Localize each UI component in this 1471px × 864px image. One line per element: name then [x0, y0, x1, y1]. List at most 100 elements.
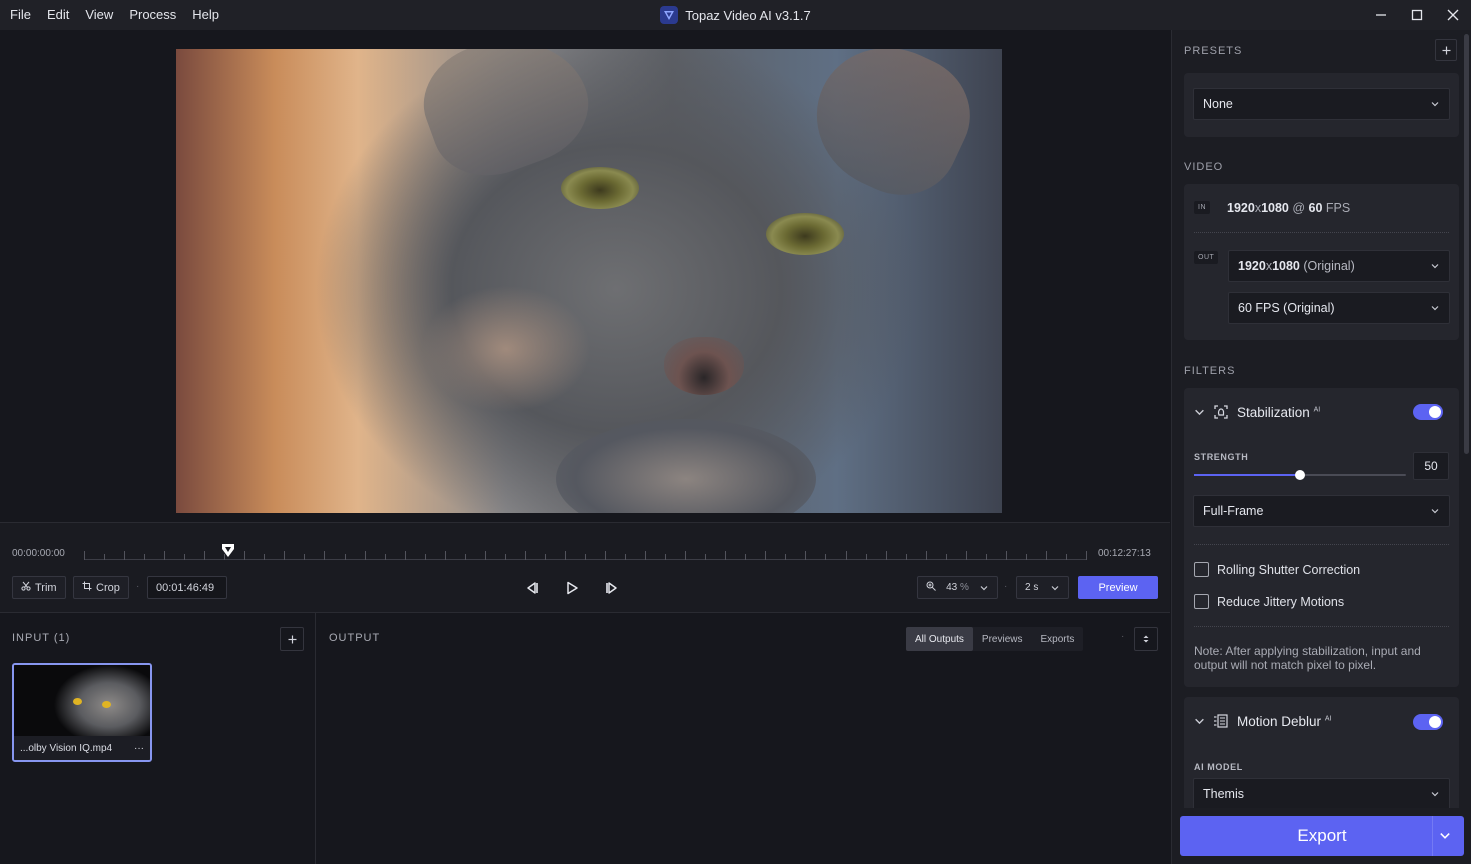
rolling-shutter-option[interactable]: Rolling Shutter Correction	[1194, 562, 1360, 577]
ruler-tick	[264, 554, 265, 560]
cat-eye-left	[561, 167, 639, 209]
ruler-tick	[946, 554, 947, 560]
ruler-tick	[304, 554, 305, 560]
motion-deblur-header[interactable]: Motion Deblur AI	[1194, 713, 1331, 729]
strength-slider[interactable]	[1194, 470, 1406, 480]
step-back-icon[interactable]	[517, 576, 547, 599]
strength-input[interactable]: 50	[1413, 452, 1449, 480]
motion-deblur-icon	[1214, 714, 1228, 728]
ruler-tick	[926, 551, 927, 560]
crop-button[interactable]: Crop	[73, 576, 129, 599]
menu-file[interactable]: File	[2, 0, 39, 30]
playhead-marker[interactable]	[221, 543, 234, 557]
reduce-jittery-label: Reduce Jittery Motions	[1217, 594, 1345, 609]
video-viewer[interactable]	[0, 30, 1170, 522]
ruler-tick	[385, 554, 386, 560]
cat-ear-right	[793, 49, 989, 215]
divider	[1194, 626, 1449, 627]
zoom-select[interactable]: 43 %	[917, 576, 998, 599]
menu-edit[interactable]: Edit	[39, 0, 77, 30]
stabilization-toggle[interactable]	[1413, 404, 1443, 420]
ai-model-label: AI MODEL	[1194, 762, 1243, 772]
output-res-suffix: (Original)	[1299, 259, 1355, 273]
reduce-jittery-option[interactable]: Reduce Jittery Motions	[1194, 594, 1344, 609]
motion-deblur-ai-badge: AI	[1324, 715, 1332, 722]
rolling-shutter-checkbox[interactable]	[1194, 562, 1209, 577]
plus-icon	[1442, 46, 1450, 54]
input-video-info: 1920x1080 @ 60 FPS	[1227, 201, 1350, 215]
thumb-cat-eye	[102, 701, 111, 708]
timeline-ruler[interactable]	[84, 543, 1087, 561]
chevron-down-icon[interactable]	[1194, 716, 1205, 727]
timeline-end-time: 00:12:27:13	[1098, 548, 1151, 559]
ruler-tick	[805, 551, 806, 560]
cat-nose	[664, 337, 744, 395]
preview-duration-value: 2 s	[1025, 582, 1039, 593]
menu-view[interactable]: View	[77, 0, 121, 30]
maximize-icon[interactable]	[1399, 0, 1435, 30]
video-frame[interactable]	[176, 49, 1002, 513]
stabilization-card: Stabilization AI STRENGTH 50 Full-Frame …	[1184, 388, 1459, 687]
ruler-tick	[846, 551, 847, 560]
tab-previews[interactable]: Previews	[973, 627, 1032, 651]
app-title-text: Topaz Video AI v3.1.7	[685, 7, 811, 23]
tab-all-outputs[interactable]: All Outputs	[906, 627, 973, 651]
menu-process[interactable]: Process	[121, 0, 184, 30]
tab-exports[interactable]: Exports	[1032, 627, 1084, 651]
output-fps-select[interactable]: 60 FPS (Original)	[1228, 292, 1450, 324]
ruler-tick	[565, 551, 566, 560]
ruler-tick	[405, 551, 406, 560]
ruler-tick	[144, 554, 145, 560]
thumb-cat-eye	[73, 698, 82, 705]
ruler-tick	[665, 554, 666, 560]
bottom-panels: INPUT (1) ...olby Vision IQ.mp4 ··· OUTP…	[0, 612, 1170, 864]
ruler-tick	[284, 551, 285, 560]
minimize-icon[interactable]	[1363, 0, 1399, 30]
preview-duration-select[interactable]: 2 s	[1016, 576, 1069, 599]
export-bar: Export	[1172, 808, 1471, 864]
sidebar-scrollbar[interactable]	[1464, 34, 1469, 454]
ruler-tick	[324, 551, 325, 560]
add-preset-button[interactable]	[1435, 39, 1457, 61]
stabilization-mode-select[interactable]: Full-Frame	[1193, 495, 1450, 527]
motion-deblur-toggle[interactable]	[1413, 714, 1443, 730]
more-options-icon[interactable]: ···	[134, 743, 144, 754]
step-forward-icon[interactable]	[597, 576, 627, 599]
strength-value: 50	[1424, 459, 1438, 473]
ruler-tick	[625, 554, 626, 560]
sort-button[interactable]	[1134, 627, 1158, 651]
separator-dot: ·	[1004, 581, 1008, 592]
output-resolution-select[interactable]: 1920x1080 (Original)	[1228, 250, 1450, 282]
input-height: 1080	[1261, 201, 1289, 215]
divider	[1194, 544, 1449, 545]
motion-deblur-name: Motion Deblur	[1237, 713, 1322, 729]
stabilization-header[interactable]: Stabilization AI	[1194, 404, 1320, 420]
output-height: 1080	[1272, 259, 1300, 273]
ruler-tick	[685, 551, 686, 560]
reduce-jittery-checkbox[interactable]	[1194, 594, 1209, 609]
thumbnail-label: ...olby Vision IQ.mp4 ···	[14, 736, 150, 760]
preset-select[interactable]: None	[1193, 88, 1450, 120]
preview-button[interactable]: Preview	[1078, 576, 1158, 599]
export-button[interactable]: Export	[1180, 816, 1464, 856]
input-tag: IN	[1194, 201, 1210, 214]
ai-model-select[interactable]: Themis	[1193, 778, 1450, 810]
ruler-tick	[765, 551, 766, 560]
ruler-tick	[164, 551, 165, 560]
stabilization-ai-badge: AI	[1313, 406, 1321, 413]
export-options-dropdown[interactable]	[1432, 816, 1456, 856]
input-file-thumbnail[interactable]: ...olby Vision IQ.mp4 ···	[12, 663, 152, 762]
output-fps-value: 60 FPS (Original)	[1238, 301, 1335, 315]
menu-help[interactable]: Help	[184, 0, 227, 30]
play-icon[interactable]	[557, 576, 587, 599]
crop-icon	[82, 581, 92, 594]
strength-slider-knob[interactable]	[1295, 470, 1305, 480]
ruler-tick	[866, 554, 867, 560]
trim-button[interactable]: Trim	[12, 576, 66, 599]
add-input-button[interactable]	[280, 627, 304, 651]
ruler-tick	[465, 554, 466, 560]
close-icon[interactable]	[1435, 0, 1471, 30]
rolling-shutter-label: Rolling Shutter Correction	[1217, 562, 1361, 577]
current-time-field[interactable]: 00:01:46:49	[147, 576, 227, 599]
chevron-down-icon[interactable]	[1194, 407, 1205, 418]
